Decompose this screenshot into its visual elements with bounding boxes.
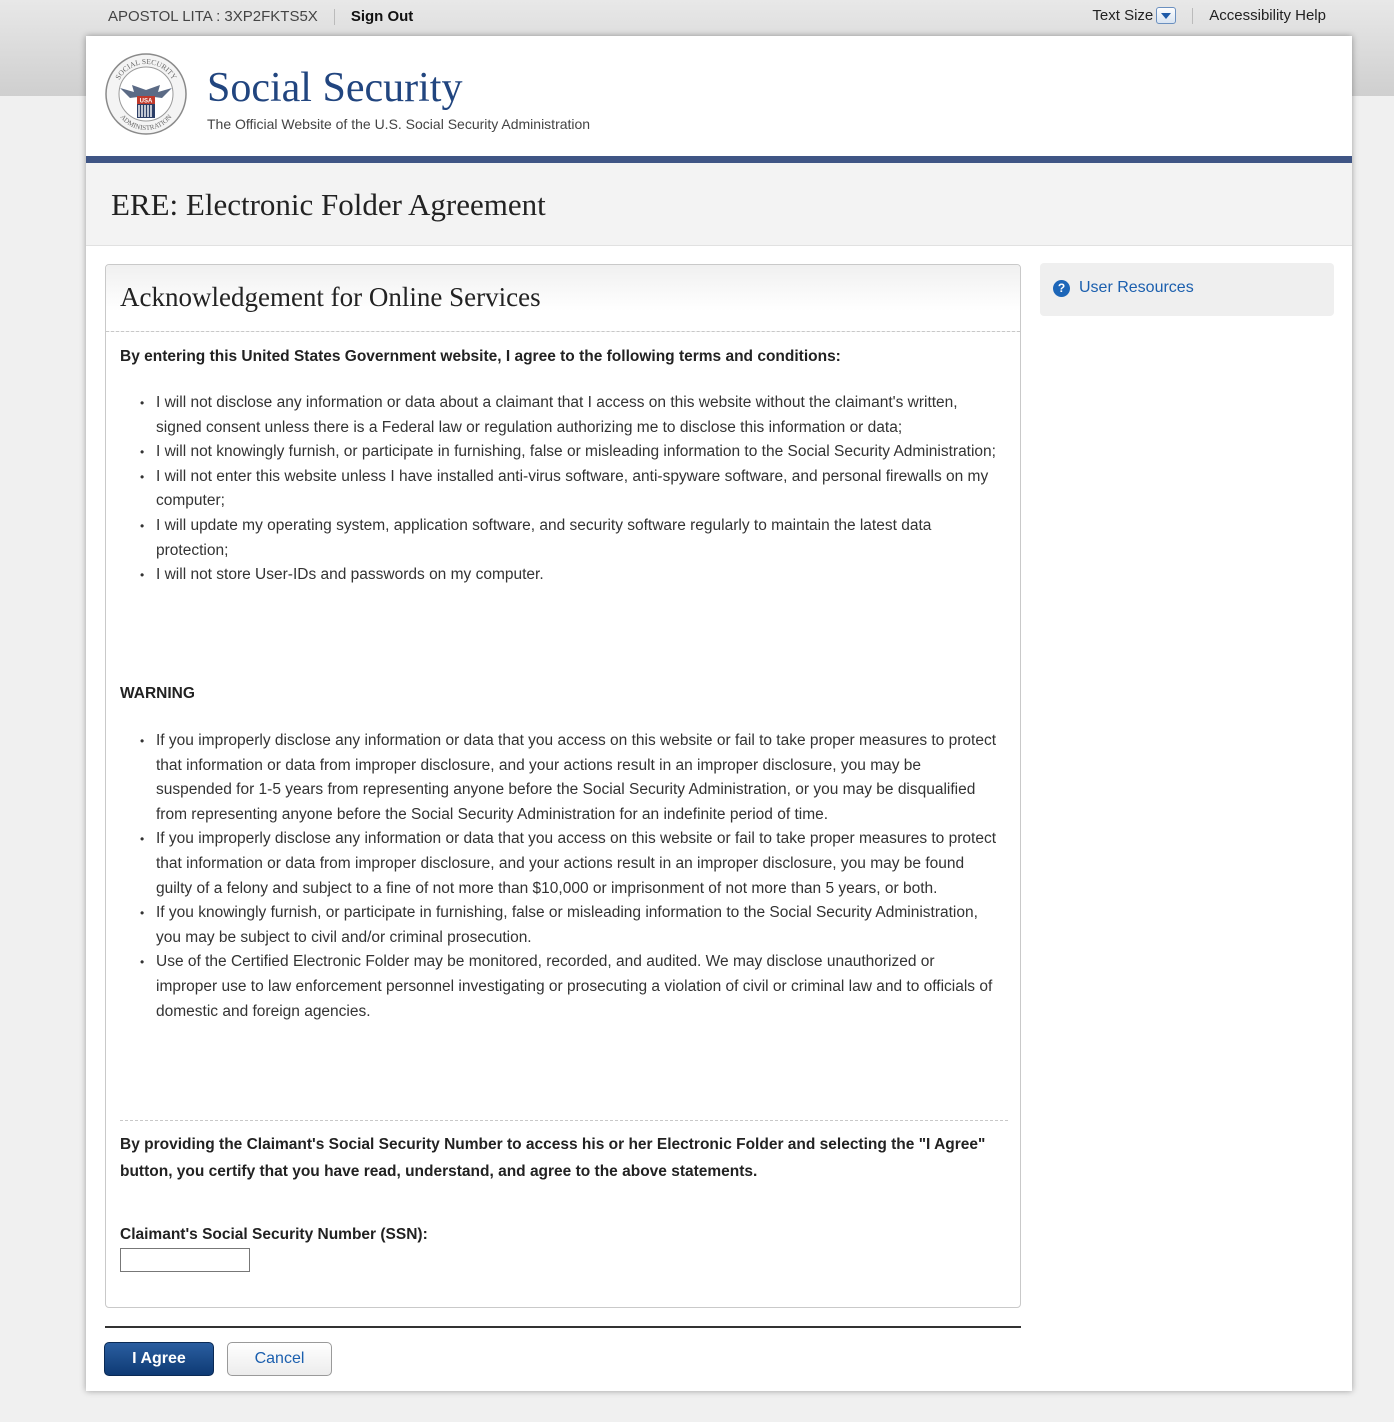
- brand-subtitle: The Official Website of the U.S. Social …: [207, 116, 591, 132]
- utility-divider: [1192, 7, 1194, 24]
- warnings-list: If you improperly disclose any informati…: [120, 729, 1000, 1024]
- actions-divider: [105, 1326, 1021, 1328]
- warning-heading: WARNING: [120, 685, 195, 702]
- text-size-label: Text Size: [1092, 7, 1154, 24]
- certification-statement: By providing the Claimant's Social Secur…: [120, 1136, 986, 1180]
- site-header: USA SOCIAL SECURITY ADMINISTRATION Socia…: [86, 36, 1352, 156]
- list-item: If you knowingly furnish, or participate…: [120, 901, 1000, 950]
- help-icon: ?: [1053, 280, 1070, 297]
- page-title-band: ERE: Electronic Folder Agreement: [86, 163, 1352, 246]
- ssa-seal-logo: USA SOCIAL SECURITY ADMINISTRATION: [105, 53, 187, 135]
- utility-bar: APOSTOL LITA : 3XP2FKTS5X Sign Out Text …: [0, 0, 1394, 34]
- user-resources-link[interactable]: ? User Resources: [1040, 263, 1334, 316]
- cancel-button[interactable]: Cancel: [227, 1342, 332, 1376]
- page-title: ERE: Electronic Folder Agreement: [111, 187, 546, 222]
- list-item: I will not store User-IDs and passwords …: [120, 563, 1000, 588]
- brand-title: Social Security: [207, 65, 463, 111]
- utility-left: APOSTOL LITA : 3XP2FKTS5X Sign Out: [108, 8, 413, 25]
- panel-header: Acknowledgement for Online Services: [106, 265, 1020, 332]
- i-agree-button[interactable]: I Agree: [104, 1342, 214, 1376]
- text-size-dropdown-icon[interactable]: [1156, 7, 1177, 24]
- svg-text:USA: USA: [140, 99, 153, 105]
- ssn-label: Claimant's Social Security Number (SSN):: [120, 1226, 428, 1243]
- list-item: Use of the Certified Electronic Folder m…: [120, 950, 1000, 1024]
- list-item: I will not knowingly furnish, or partici…: [120, 440, 1000, 465]
- panel-title: Acknowledgement for Online Services: [120, 282, 541, 312]
- utility-right: Text Size Accessibility Help: [1092, 7, 1326, 24]
- panel-divider: [120, 1120, 1008, 1121]
- list-item: I will not disclose any information or d…: [120, 391, 1000, 440]
- user-identity: APOSTOL LITA : 3XP2FKTS5X: [108, 8, 318, 25]
- terms-list: I will not disclose any information or d…: [120, 391, 1000, 588]
- list-item: If you improperly disclose any informati…: [120, 827, 1000, 901]
- list-item: I will update my operating system, appli…: [120, 514, 1000, 563]
- ssn-input[interactable]: [120, 1248, 250, 1272]
- acknowledgement-panel: Acknowledgement for Online Services By e…: [105, 264, 1021, 1308]
- sign-out-link[interactable]: Sign Out: [351, 8, 414, 25]
- utility-divider: [333, 8, 335, 25]
- accessibility-help-link[interactable]: Accessibility Help: [1209, 7, 1326, 24]
- terms-intro: By entering this United States Governmen…: [120, 348, 841, 365]
- header-divider: [86, 156, 1352, 163]
- list-item: If you improperly disclose any informati…: [120, 729, 1000, 827]
- user-resources-label: User Resources: [1079, 279, 1194, 296]
- list-item: I will not enter this website unless I h…: [120, 465, 1000, 514]
- page-container: USA SOCIAL SECURITY ADMINISTRATION Socia…: [86, 36, 1352, 1391]
